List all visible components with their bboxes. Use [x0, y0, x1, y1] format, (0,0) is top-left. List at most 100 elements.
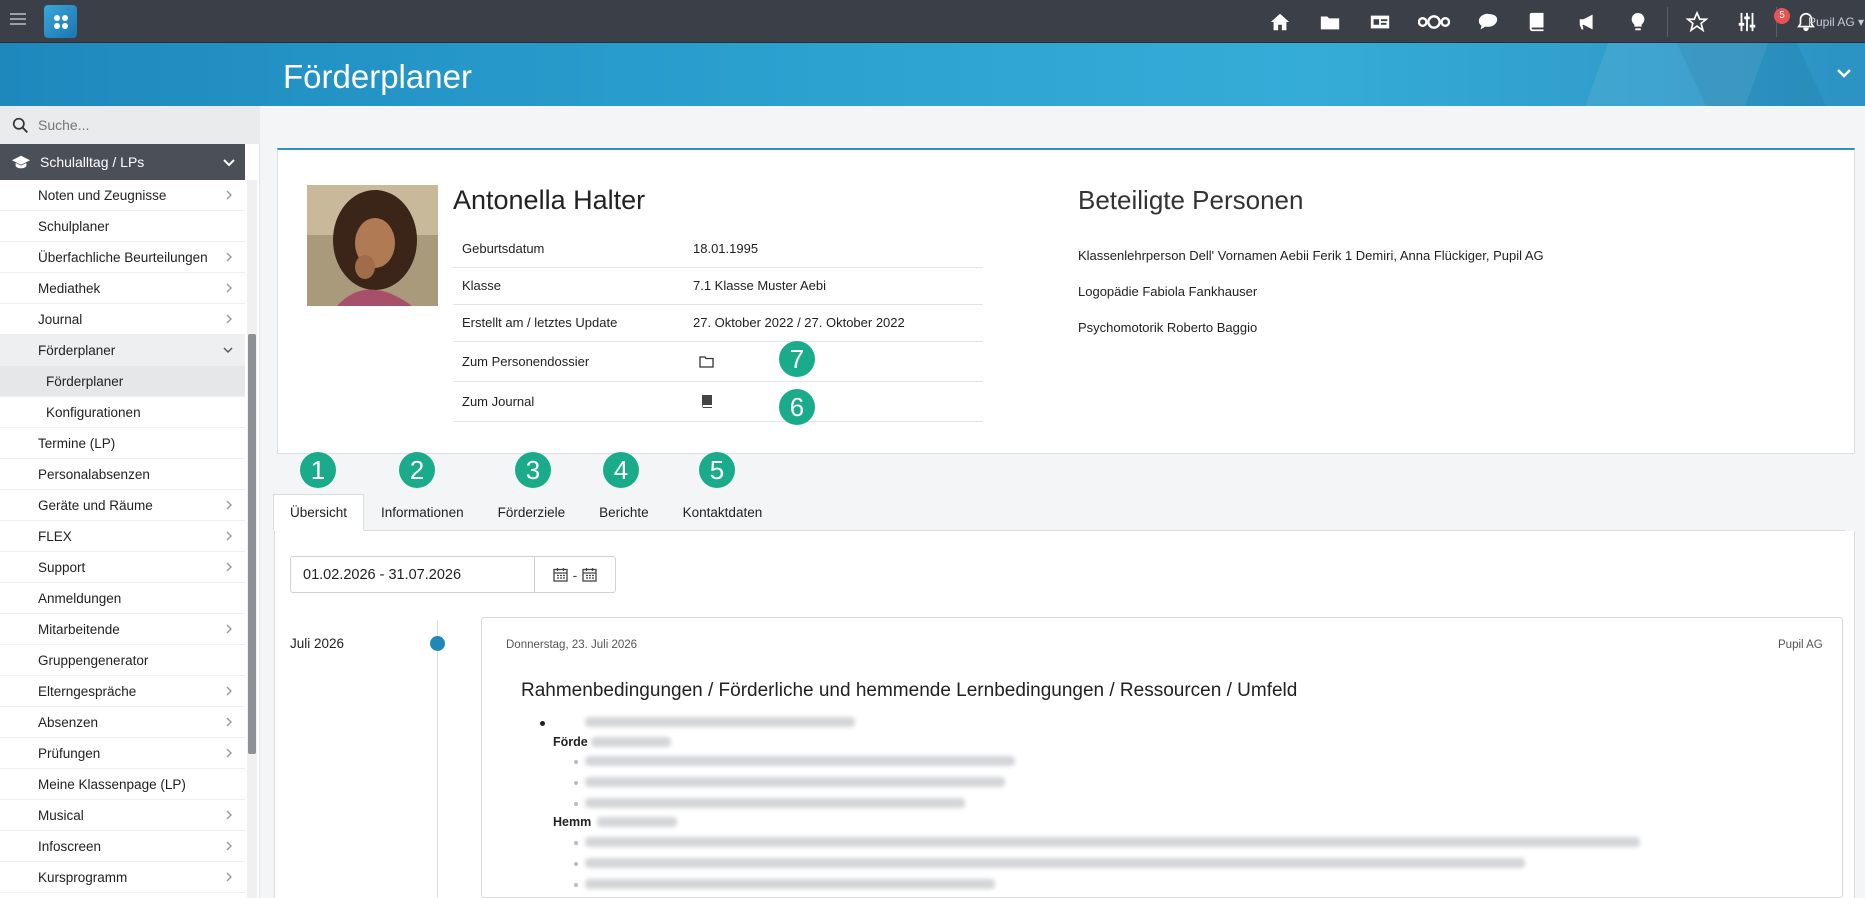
sidebar-item-journal[interactable]: Journal	[0, 304, 245, 335]
sidebar-item-beurteilungen[interactable]: Überfachliche Beurteilungen	[0, 242, 245, 273]
tab-uebersicht[interactable]: Übersicht	[273, 494, 365, 531]
sidebar: Schulalltag / LPs Noten und Zeugnisse Sc…	[0, 106, 260, 898]
redacted-text	[585, 777, 1005, 787]
chevron-right-icon	[226, 190, 232, 200]
sidebar-scrollbar-thumb[interactable]	[248, 334, 256, 754]
sidebar-item-musical[interactable]: Musical	[0, 800, 245, 831]
chat-icon[interactable]	[1475, 9, 1501, 35]
sidebar-item-label: Gruppengenerator	[38, 652, 149, 668]
sidebar-item-label: Mitarbeitende	[38, 621, 120, 637]
sidebar-subitem-foerderplaner[interactable]: Förderplaner	[0, 366, 245, 397]
step-marker-2: 2	[399, 452, 435, 488]
entry-title: Rahmenbedingungen / Förderliche und hemm…	[521, 680, 1298, 701]
tab-berichte[interactable]: Berichte	[583, 494, 665, 531]
sidebar-item-label: Überfachliche Beurteilungen	[38, 249, 208, 265]
megaphone-icon[interactable]	[1575, 9, 1601, 35]
sidebar-item-pruefungen[interactable]: Prüfungen	[0, 738, 245, 769]
folder-icon[interactable]	[1317, 9, 1343, 35]
date-range-button[interactable]: -	[535, 557, 615, 592]
step-marker-4: 4	[603, 452, 639, 488]
toolbar-icons	[1255, 7, 1831, 37]
list-bullet	[574, 883, 578, 887]
sidebar-subitem-konfigurationen[interactable]: Konfigurationen	[0, 397, 245, 428]
user-menu[interactable]: Pupil AG ▾	[1808, 15, 1864, 29]
info-label: Klasse	[453, 267, 693, 305]
info-row-class: Klasse 7.1 Klasse Muster Aebi	[453, 267, 983, 305]
sidebar-item-anmeldungen[interactable]: Anmeldungen	[0, 583, 245, 614]
chevron-right-icon	[226, 500, 232, 510]
search-icon	[12, 117, 28, 133]
sidebar-item-mediathek[interactable]: Mediathek	[0, 273, 245, 304]
sidebar-search	[0, 106, 260, 144]
sidebar-item-elterngespraeche[interactable]: Elterngespräche	[0, 676, 245, 707]
sidebar-item-label: Anmeldungen	[38, 590, 122, 606]
id-card-icon[interactable]	[1367, 9, 1393, 35]
sidebar-item-geraete[interactable]: Geräte und Räume	[0, 490, 245, 521]
redacted-text	[585, 756, 1015, 766]
chevron-right-icon	[226, 717, 232, 727]
sidebar-item-personalabsenzen[interactable]: Personalabsenzen	[0, 459, 245, 490]
home-icon[interactable]	[1267, 9, 1293, 35]
sidebar-item-label: Geräte und Räume	[38, 497, 153, 513]
sidebar-item-termine[interactable]: Termine (LP)	[0, 428, 245, 459]
sidebar-nav: Noten und Zeugnisse Schulplaner Überfach…	[0, 180, 245, 893]
folder-open-icon[interactable]	[699, 355, 714, 368]
sidebar-item-label: FLEX	[38, 528, 72, 544]
info-label: Erstellt am / letztes Update	[453, 304, 693, 342]
star-icon[interactable]	[1684, 9, 1710, 35]
chevron-right-icon	[226, 748, 232, 758]
app-logo[interactable]	[44, 5, 77, 38]
step-marker-7: 7	[779, 341, 815, 377]
timeline-month: Juli 2026	[290, 636, 345, 651]
sidebar-section-schulalltag[interactable]: Schulalltag / LPs	[0, 144, 245, 180]
list-bullet	[574, 760, 578, 764]
sidebar-item-noten[interactable]: Noten und Zeugnisse	[0, 180, 245, 211]
sidebar-item-klassenpage[interactable]: Meine Klassenpage (LP)	[0, 769, 245, 800]
chevron-right-icon	[226, 314, 232, 324]
entry-date: Donnerstag, 23. Juli 2026	[506, 639, 638, 651]
chevron-right-icon	[226, 624, 232, 634]
book-icon[interactable]	[701, 394, 713, 408]
tab-bar: Übersicht Informationen Förderziele Beri…	[273, 494, 778, 531]
sidebar-item-foerderplaner[interactable]: Förderplaner	[0, 335, 245, 366]
lightbulb-icon[interactable]	[1625, 9, 1651, 35]
sliders-icon[interactable]	[1734, 9, 1760, 35]
book-icon[interactable]	[1525, 9, 1551, 35]
info-value: 18.01.1995	[693, 230, 983, 268]
student-info-table: Geburtsdatum 18.01.1995 Klasse 7.1 Klasse …	[453, 230, 983, 422]
sidebar-item-absenzen[interactable]: Absenzen	[0, 707, 245, 738]
sidebar-item-label: Personalabsenzen	[38, 466, 150, 482]
sidebar-item-label: Förderplaner	[38, 342, 116, 358]
chevron-right-icon	[226, 562, 232, 572]
sidebar-item-label: Support	[38, 559, 86, 575]
sidebar-item-label: Infoscreen	[38, 838, 102, 854]
tab-foerderziele[interactable]: Förderziele	[482, 494, 582, 531]
sidebar-item-flex[interactable]: FLEX	[0, 521, 245, 552]
notification-badge: 5	[1774, 8, 1790, 24]
list-bullet	[574, 862, 578, 866]
chevron-down-icon[interactable]	[1836, 65, 1852, 81]
nextcloud-icon[interactable]	[1417, 9, 1451, 35]
sidebar-item-support[interactable]: Support	[0, 552, 245, 583]
sidebar-item-kursprogramm[interactable]: Kursprogramm	[0, 862, 245, 893]
sidebar-item-schulplaner[interactable]: Schulplaner	[0, 211, 245, 242]
redacted-text	[585, 798, 965, 808]
sidebar-item-gruppengenerator[interactable]: Gruppengenerator	[0, 645, 245, 676]
sidebar-item-infoscreen[interactable]: Infoscreen	[0, 831, 245, 862]
list-bullet	[540, 721, 545, 726]
sidebar-item-mitarbeitende[interactable]: Mitarbeitende	[0, 614, 245, 645]
chevron-right-icon	[226, 810, 232, 820]
sidebar-item-label: Meine Klassenpage (LP)	[38, 776, 186, 792]
date-range-input[interactable]	[291, 557, 535, 592]
tab-informationen[interactable]: Informationen	[365, 494, 480, 531]
hamburger-menu-icon[interactable]	[10, 13, 26, 27]
chevron-right-icon	[226, 686, 232, 696]
redacted-text	[585, 717, 855, 727]
info-row-birthdate: Geburtsdatum 18.01.1995	[453, 230, 983, 268]
sidebar-item-label: Kursprogramm	[38, 869, 128, 885]
tab-kontaktdaten[interactable]: Kontaktdaten	[667, 494, 779, 531]
step-marker-3: 3	[515, 452, 551, 488]
info-value: 7.1 Klasse Muster Aebi	[693, 267, 983, 305]
search-input[interactable]	[38, 117, 238, 133]
sidebar-item-label: Noten und Zeugnisse	[38, 187, 167, 203]
